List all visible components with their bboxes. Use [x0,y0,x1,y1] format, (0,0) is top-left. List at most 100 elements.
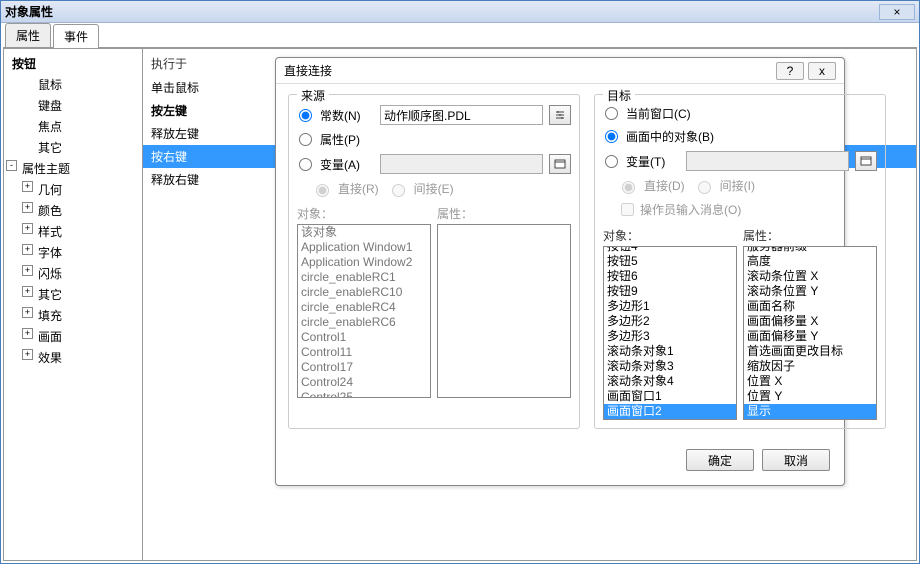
list-item[interactable]: 缩放因子 [744,359,876,374]
target-variable-label[interactable]: 变量(T) [626,153,682,170]
list-item[interactable]: 按钮4 [604,246,736,254]
list-item[interactable]: 画面偏移量 X [744,314,876,329]
source-variable-radio[interactable] [299,158,312,171]
tree-pane[interactable]: 按钮 鼠标 键盘 焦点 其它 - 属性主题 +几何+颜色+样式+字体+闪烁+其它… [3,48,143,561]
tree-topic-item[interactable]: +效果 [4,347,142,368]
help-button[interactable]: ? [776,62,804,80]
object-properties-window: 对象属性 × 属性 事件 按钮 鼠标 键盘 焦点 其它 - 属性主题 +几 [0,0,920,564]
list-item[interactable]: 画面偏移量 Y [744,329,876,344]
expand-icon[interactable]: - [6,160,17,171]
list-item[interactable]: circle_enableRC4 [298,300,430,315]
source-variable-label[interactable]: 变量(A) [320,156,376,173]
target-object-col: 对象： txtRC_Name9按钮3按钮4按钮5按钮6按钮9多边形1多边形2多边… [603,227,737,420]
list-item[interactable]: 高度 [744,254,876,269]
dialog-close-button[interactable]: x [808,62,836,80]
list-item[interactable]: Control1 [298,330,430,345]
list-item[interactable]: Control24 [298,375,430,390]
list-item[interactable]: Application Window1 [298,240,430,255]
list-item[interactable]: 首选画面更改目标 [744,344,876,359]
list-item[interactable]: 按钮5 [604,254,736,269]
target-object-list[interactable]: txtRC_Name9按钮3按钮4按钮5按钮6按钮9多边形1多边形2多边形3滚动… [603,246,737,420]
target-object-radio[interactable] [605,130,618,143]
expand-icon[interactable]: + [22,244,33,255]
target-variable-radio[interactable] [605,155,618,168]
expand-icon[interactable]: + [22,307,33,318]
right-pane: 执行于 单击鼠标按左键释放左键按右键释放右键 直接连接 ? x 来源 常数(N) [143,48,917,561]
source-constant-browse-button[interactable] [549,105,571,125]
source-property-list[interactable] [437,224,571,398]
list-item[interactable]: Control25 [298,390,430,398]
list-item[interactable]: 按钮6 [604,269,736,284]
list-item[interactable]: circle_enableRC6 [298,315,430,330]
list-item[interactable]: 滚动条对象3 [604,359,736,374]
tree-topic-item[interactable]: +几何 [4,179,142,200]
dialog-header[interactable]: 直接连接 ? x [276,58,844,84]
ok-button[interactable]: 确定 [686,449,754,471]
tree-item-focus[interactable]: 焦点 [4,116,142,137]
list-item[interactable]: 多边形2 [604,314,736,329]
list-item[interactable]: 多边形3 [604,329,736,344]
tree-topic-item[interactable]: +字体 [4,242,142,263]
expand-icon[interactable]: + [22,202,33,213]
list-item[interactable]: 画面窗口1 [604,389,736,404]
source-variable-input [380,154,543,174]
source-variable-browse-button[interactable] [549,154,571,174]
target-property-list[interactable]: 菜单/工具栏组态窗口宽度服务器前缀高度滚动条位置 X滚动条位置 Y画面名称画面偏… [743,246,877,420]
file-icon [554,158,566,170]
tree-item-keyboard[interactable]: 键盘 [4,95,142,116]
expand-icon[interactable]: + [22,181,33,192]
list-item[interactable]: Control17 [298,360,430,375]
tree-topic-item[interactable]: +样式 [4,221,142,242]
list-item[interactable]: 按钮9 [604,284,736,299]
tree-item-mouse[interactable]: 鼠标 [4,74,142,95]
cancel-button[interactable]: 取消 [762,449,830,471]
tree-topic-children: +几何+颜色+样式+字体+闪烁+其它+填充+画面+效果 [4,179,142,368]
list-item[interactable]: 画面名称 [744,299,876,314]
tree-root[interactable]: 按钮 [4,53,142,74]
expand-icon[interactable]: + [22,349,33,360]
tree-topic-item[interactable]: +其它 [4,284,142,305]
expand-icon[interactable]: + [22,286,33,297]
tree-property-topic[interactable]: - 属性主题 [4,158,142,179]
list-item[interactable]: 位置 Y [744,389,876,404]
list-item[interactable]: 滚动条对象4 [604,374,736,389]
target-current-window-label[interactable]: 当前窗口(C) [626,105,691,122]
target-variable-browse-button[interactable] [855,151,877,171]
source-property-radio[interactable] [299,133,312,146]
expand-icon[interactable]: + [22,265,33,276]
list-item[interactable]: Control11 [298,345,430,360]
tab-events[interactable]: 事件 [53,24,99,48]
list-item[interactable]: circle_enableRC1 [298,270,430,285]
window-close-button[interactable]: × [879,4,915,20]
source-property-col: 属性： [437,205,571,398]
target-current-window-radio[interactable] [605,107,618,120]
list-item[interactable]: 显示 [744,404,876,419]
tree-topic-item[interactable]: +闪烁 [4,263,142,284]
expand-icon[interactable]: + [22,223,33,234]
source-constant-radio[interactable] [299,109,312,122]
source-variable-row: 变量(A) [297,154,571,174]
target-object-label[interactable]: 画面中的对象(B) [626,128,714,145]
source-constant-input[interactable] [380,105,543,125]
operator-msg-label: 操作员输入消息(O) [640,201,741,218]
source-object-list[interactable]: 该对象Application Window1Application Window… [297,224,431,398]
list-item[interactable]: 服务器前缀 [744,246,876,254]
tree-item-other[interactable]: 其它 [4,137,142,158]
list-item[interactable]: 滚动条位置 Y [744,284,876,299]
list-item[interactable]: circle_enableRC10 [298,285,430,300]
tree-topic-item[interactable]: +画面 [4,326,142,347]
list-item[interactable]: 滚动条位置 X [744,269,876,284]
list-item[interactable]: Application Window2 [298,255,430,270]
source-constant-label[interactable]: 常数(N) [320,107,376,124]
expand-icon[interactable]: + [22,328,33,339]
tree-topic-item[interactable]: +颜色 [4,200,142,221]
tab-properties[interactable]: 属性 [5,23,51,47]
source-property-label[interactable]: 属性(P) [320,131,376,148]
list-item[interactable]: 该对象 [298,225,430,240]
tree-topic-item[interactable]: +填充 [4,305,142,326]
list-item[interactable]: 位置 X [744,374,876,389]
list-item[interactable]: 多边形1 [604,299,736,314]
list-item[interactable]: 滚动条对象1 [604,344,736,359]
list-item[interactable]: 画面窗口2 [604,404,736,419]
target-variable-row: 变量(T) [603,151,877,171]
